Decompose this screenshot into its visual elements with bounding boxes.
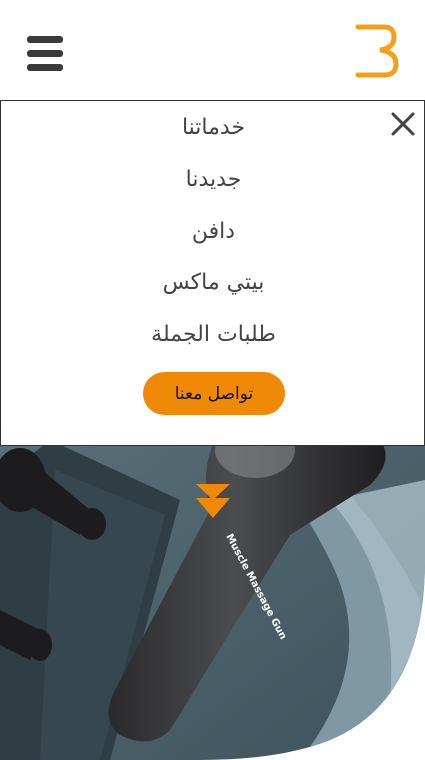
- hamburger-bar: [27, 64, 63, 71]
- menu-item-wholesale[interactable]: طلبات الجملة: [1, 322, 425, 347]
- header: [0, 0, 425, 100]
- menu-item-new[interactable]: جديدنا: [1, 167, 425, 192]
- menu-item-dafen[interactable]: دافن: [1, 219, 425, 244]
- nav-menu: خدماتنا جديدنا دافن بيتي ماكس طلبات الجم…: [0, 100, 425, 446]
- hamburger-icon[interactable]: [27, 36, 63, 72]
- menu-item-beity-max[interactable]: بيتي ماكس: [1, 270, 425, 295]
- hero-image: Muscle Massage Gun: [0, 440, 425, 760]
- hamburger-bar: [27, 50, 63, 57]
- brand-logo[interactable]: [354, 22, 400, 80]
- hamburger-bar: [27, 36, 63, 43]
- contact-us-button[interactable]: تواصل معنا: [143, 372, 285, 415]
- menu-item-services[interactable]: خدماتنا: [1, 115, 425, 140]
